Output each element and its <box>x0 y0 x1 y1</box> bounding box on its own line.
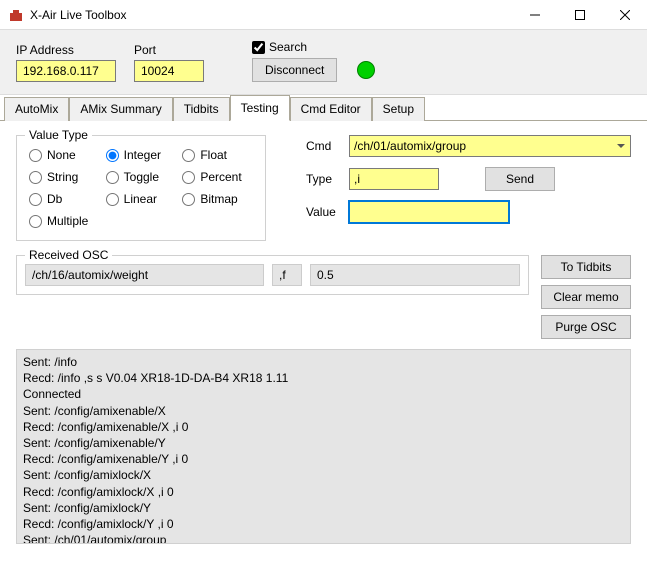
log-line: Sent: /config/amixenable/X <box>23 403 624 419</box>
cmd-panel: Cmd Type Send Value <box>306 135 631 241</box>
received-value <box>310 264 520 286</box>
radio-input-bitmap[interactable] <box>182 193 195 206</box>
log-line: Sent: /config/amixenable/Y <box>23 435 624 451</box>
ip-field-group: IP Address <box>16 43 116 82</box>
connection-panel: IP Address Port Search Disconnect <box>0 30 647 95</box>
tab-amix-summary[interactable]: AMix Summary <box>69 97 172 121</box>
radio-float[interactable]: Float <box>182 148 253 162</box>
cmd-label: Cmd <box>306 139 341 153</box>
titlebar: X-Air Live Toolbox <box>0 0 647 30</box>
radio-linear[interactable]: Linear <box>106 192 177 206</box>
testing-row-1: Value Type None Integer Float String Toggle P… <box>16 135 631 241</box>
radio-input-integer[interactable] <box>106 149 119 162</box>
radio-input-toggle[interactable] <box>106 171 119 184</box>
received-path <box>25 264 264 286</box>
log-memo[interactable]: Sent: /infoRecd: /info ,s s V0.04 XR18-1… <box>16 349 631 544</box>
cmd-row: Cmd <box>306 135 631 157</box>
radio-integer[interactable]: Integer <box>106 148 177 162</box>
ip-label: IP Address <box>16 43 116 57</box>
tab-cmd-editor[interactable]: Cmd Editor <box>290 97 372 121</box>
log-line: Recd: /config/amixlock/X ,i 0 <box>23 484 624 500</box>
search-checkbox[interactable] <box>252 41 265 54</box>
received-title: Received OSC <box>25 248 112 262</box>
radio-none[interactable]: None <box>29 148 100 162</box>
radio-toggle[interactable]: Toggle <box>106 170 177 184</box>
tab-automix[interactable]: AutoMix <box>4 97 69 121</box>
side-buttons: To Tidbits Clear memo Purge OSC <box>541 255 631 339</box>
log-line: Recd: /config/amixenable/X ,i 0 <box>23 419 624 435</box>
cmd-combobox[interactable] <box>349 135 631 157</box>
status-indicator-icon <box>357 61 375 79</box>
maximize-button[interactable] <box>557 0 602 29</box>
search-row: Search <box>252 40 375 54</box>
value-label: Value <box>306 205 341 219</box>
log-line: Sent: /config/amixlock/X <box>23 467 624 483</box>
tab-bar: AutoMixAMix SummaryTidbitsTestingCmd Edi… <box>0 95 647 121</box>
value-type-radio-grid: None Integer Float String Toggle Percent Db Lin… <box>29 148 253 228</box>
tab-content-testing: Value Type None Integer Float String Toggle P… <box>0 120 647 558</box>
radio-input-float[interactable] <box>182 149 195 162</box>
log-line: Recd: /info ,s s V0.04 XR18-1D-DA-B4 XR1… <box>23 370 624 386</box>
app-icon <box>8 7 24 23</box>
received-left: Received OSC <box>16 255 529 339</box>
tab-tidbits[interactable]: Tidbits <box>173 97 230 121</box>
radio-string[interactable]: String <box>29 170 100 184</box>
port-label: Port <box>134 43 204 57</box>
to-tidbits-button[interactable]: To Tidbits <box>541 255 631 279</box>
received-section: Received OSC To Tidbits Clear memo Purge… <box>16 255 631 339</box>
radio-input-multiple[interactable] <box>29 215 42 228</box>
window-title: X-Air Live Toolbox <box>30 8 512 22</box>
radio-db[interactable]: Db <box>29 192 100 206</box>
tab-testing[interactable]: Testing <box>230 95 290 121</box>
port-field-group: Port <box>134 43 204 82</box>
port-input[interactable] <box>134 60 204 82</box>
value-row: Value <box>306 201 631 223</box>
type-label: Type <box>306 172 341 186</box>
value-type-title: Value Type <box>25 128 92 142</box>
log-line: Sent: /ch/01/automix/group <box>23 532 624 544</box>
value-input[interactable] <box>349 201 509 223</box>
cmd-select-wrap <box>349 135 631 157</box>
radio-input-linear[interactable] <box>106 193 119 206</box>
tab-setup[interactable]: Setup <box>372 97 425 121</box>
minimize-button[interactable] <box>512 0 557 29</box>
log-line: Recd: /config/amixlock/Y ,i 0 <box>23 516 624 532</box>
log-line: Connected <box>23 386 624 402</box>
radio-input-string[interactable] <box>29 171 42 184</box>
clear-memo-button[interactable]: Clear memo <box>541 285 631 309</box>
send-button[interactable]: Send <box>485 167 555 191</box>
radio-input-none[interactable] <box>29 149 42 162</box>
log-line: Recd: /config/amixenable/Y ,i 0 <box>23 451 624 467</box>
radio-bitmap[interactable]: Bitmap <box>182 192 253 206</box>
disconnect-row: Disconnect <box>252 58 375 82</box>
log-line: Sent: /info <box>23 354 624 370</box>
radio-input-percent[interactable] <box>182 171 195 184</box>
purge-osc-button[interactable]: Purge OSC <box>541 315 631 339</box>
disconnect-button[interactable]: Disconnect <box>252 58 337 82</box>
received-fields <box>25 264 520 286</box>
type-input[interactable] <box>349 168 439 190</box>
ip-input[interactable] <box>16 60 116 82</box>
received-group: Received OSC <box>16 255 529 295</box>
search-label: Search <box>269 40 307 54</box>
close-button[interactable] <box>602 0 647 29</box>
radio-input-db[interactable] <box>29 193 42 206</box>
type-row: Type Send <box>306 167 631 191</box>
connection-controls: Search Disconnect <box>252 40 375 82</box>
radio-multiple[interactable]: Multiple <box>29 214 100 228</box>
received-type <box>272 264 302 286</box>
value-type-group: Value Type NoneIntegerFloatStringToggleP… <box>16 135 266 241</box>
radio-percent[interactable]: Percent <box>182 170 253 184</box>
log-line: Sent: /config/amixlock/Y <box>23 500 624 516</box>
